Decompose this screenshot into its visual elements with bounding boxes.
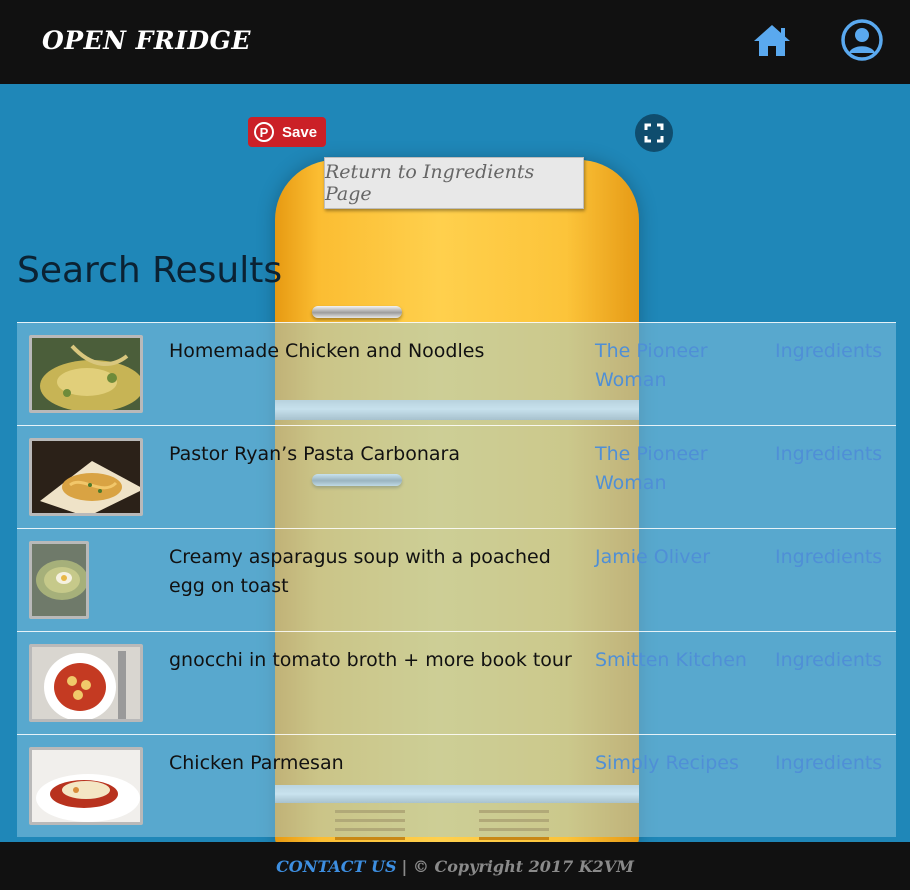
table-row: Pastor Ryan’s Pasta Carbonara The Pionee… bbox=[17, 425, 896, 528]
recipe-thumbnail[interactable] bbox=[29, 438, 143, 516]
recipe-source-link[interactable]: Jamie Oliver bbox=[595, 543, 755, 572]
footer: CONTACT US | © Copyright 2017 K2VM bbox=[0, 842, 910, 890]
ingredients-link[interactable]: Ingredients bbox=[775, 440, 882, 469]
fridge-top-handle bbox=[312, 306, 402, 318]
table-row: Homemade Chicken and Noodles The Pioneer… bbox=[17, 322, 896, 425]
app-logo[interactable]: OPEN FRIDGE bbox=[42, 26, 251, 55]
recipe-title: Homemade Chicken and Noodles bbox=[169, 340, 485, 362]
fullscreen-button[interactable] bbox=[635, 114, 673, 152]
table-row: gnocchi in tomato broth + more book tour… bbox=[17, 631, 896, 734]
expand-icon bbox=[644, 123, 664, 143]
pinterest-save-button[interactable]: P Save bbox=[248, 117, 326, 147]
recipe-title: Creamy asparagus soup with a poached egg… bbox=[169, 546, 551, 597]
contact-us-link[interactable]: CONTACT US bbox=[276, 857, 396, 876]
copyright-text: | © Copyright 2017 K2VM bbox=[401, 856, 634, 876]
ingredients-link[interactable]: Ingredients bbox=[775, 749, 882, 778]
recipe-thumbnail[interactable] bbox=[29, 747, 143, 825]
recipe-source-link[interactable]: Simply Recipes bbox=[595, 749, 755, 778]
ingredients-link[interactable]: Ingredients bbox=[775, 543, 882, 572]
recipe-thumbnail[interactable] bbox=[29, 335, 143, 413]
pinterest-icon: P bbox=[254, 122, 274, 142]
recipe-source-link[interactable]: Smitten Kitchen bbox=[595, 646, 755, 675]
user-circle-icon[interactable] bbox=[840, 18, 884, 62]
page-title: Search Results bbox=[17, 250, 283, 291]
top-navbar: OPEN FRIDGE bbox=[0, 0, 910, 84]
return-to-ingredients-button[interactable]: Return to Ingredients Page bbox=[324, 157, 584, 209]
recipe-title: Chicken Parmesan bbox=[169, 752, 344, 774]
recipe-thumbnail[interactable] bbox=[29, 541, 89, 619]
recipe-title: Pastor Ryan’s Pasta Carbonara bbox=[169, 443, 460, 465]
pinterest-save-label: Save bbox=[282, 123, 318, 141]
table-row: Creamy asparagus soup with a poached egg… bbox=[17, 528, 896, 631]
recipe-source-link[interactable]: The Pioneer Woman bbox=[595, 440, 755, 498]
recipe-title: gnocchi in tomato broth + more book tour bbox=[169, 649, 572, 671]
table-row: Chicken Parmesan Simply Recipes Ingredie… bbox=[17, 734, 896, 837]
ingredients-link[interactable]: Ingredients bbox=[775, 646, 882, 675]
home-icon[interactable] bbox=[752, 22, 792, 58]
ingredients-link[interactable]: Ingredients bbox=[775, 337, 882, 366]
recipe-thumbnail[interactable] bbox=[29, 644, 143, 722]
recipe-source-link[interactable]: The Pioneer Woman bbox=[595, 337, 755, 395]
search-results-table: Homemade Chicken and Noodles The Pioneer… bbox=[17, 322, 896, 837]
